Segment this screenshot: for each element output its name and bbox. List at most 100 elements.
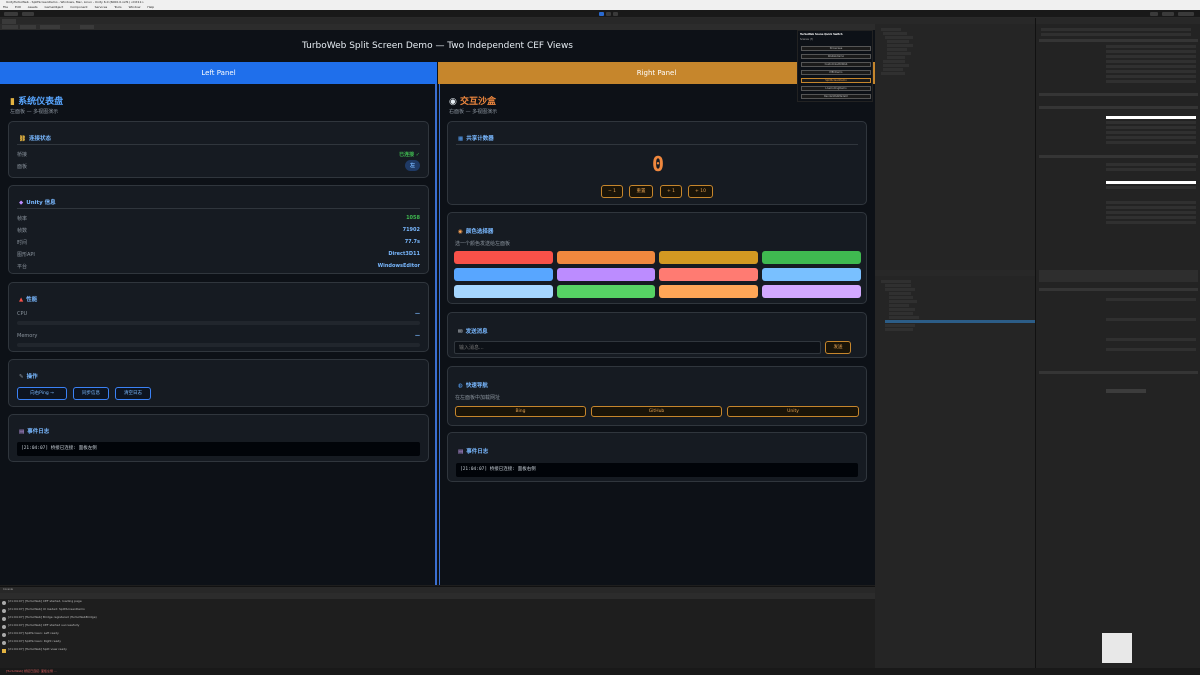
- inspector-field[interactable]: [1106, 318, 1196, 321]
- layers-dropdown[interactable]: [1162, 12, 1174, 16]
- tree-item[interactable]: [885, 288, 915, 291]
- cloud-button[interactable]: [22, 12, 34, 16]
- tab-console[interactable]: Console: [3, 588, 13, 591]
- tree-item[interactable]: [887, 40, 909, 43]
- scene-button-splitscreen[interactable]: SplitScreenDemo: [801, 78, 871, 83]
- color-swatch-blue[interactable]: [454, 268, 553, 281]
- tree-item[interactable]: [885, 324, 915, 327]
- component-header[interactable]: [1039, 93, 1198, 96]
- menu-component[interactable]: Component: [70, 5, 87, 9]
- display-dropdown[interactable]: [2, 25, 18, 29]
- inspector-field[interactable]: [1106, 60, 1196, 63]
- slider-field[interactable]: [1106, 216, 1196, 219]
- console-row[interactable]: [21:04:07] [TurboWeb] CEF started, loadi…: [0, 599, 875, 607]
- color-swatch-lavender[interactable]: [762, 285, 861, 298]
- tree-item[interactable]: [889, 312, 913, 315]
- message-input[interactable]: [454, 341, 821, 354]
- slider-field[interactable]: [1106, 201, 1196, 204]
- account-button[interactable]: [4, 12, 18, 16]
- menu-file[interactable]: File: [3, 5, 8, 9]
- color-swatch-peach[interactable]: [659, 285, 758, 298]
- step-button[interactable]: [613, 12, 618, 16]
- slider-field[interactable]: [1106, 211, 1196, 214]
- tree-item[interactable]: [883, 68, 903, 71]
- color-swatch-orange[interactable]: [557, 251, 655, 264]
- reset-button[interactable]: 重置: [629, 185, 653, 198]
- tree-item[interactable]: [889, 300, 917, 303]
- tree-item[interactable]: [883, 60, 905, 63]
- url-field[interactable]: [1106, 181, 1196, 184]
- tree-item[interactable]: [883, 64, 909, 67]
- inspector-field[interactable]: [1106, 65, 1196, 68]
- menu-edit[interactable]: Edit: [15, 5, 21, 9]
- component-header[interactable]: [1039, 106, 1198, 109]
- scale-slider[interactable]: [40, 25, 60, 29]
- console-row[interactable]: [21:04:07] [TurboWeb] Bridge registered …: [0, 615, 875, 623]
- console-row[interactable]: [21:04:07] [TurboWeb] UI loaded: SplitSc…: [0, 607, 875, 615]
- color-swatch-red[interactable]: [454, 251, 553, 264]
- menu-services[interactable]: Services: [95, 5, 108, 9]
- color-swatch-salmon[interactable]: [659, 268, 758, 281]
- tree-item[interactable]: [887, 52, 911, 55]
- inspector-field[interactable]: [1106, 50, 1196, 53]
- component-header[interactable]: [1039, 39, 1198, 42]
- nav-github-button[interactable]: GitHub: [591, 406, 722, 417]
- play-button[interactable]: [599, 12, 604, 16]
- increment-ten-button[interactable]: + 10: [688, 185, 713, 198]
- tree-item[interactable]: [889, 292, 911, 295]
- color-swatch-light-green[interactable]: [557, 285, 655, 298]
- search-icon[interactable]: [1150, 12, 1158, 16]
- inspector-field[interactable]: [1041, 28, 1191, 31]
- pause-button[interactable]: [606, 12, 611, 16]
- inspector-field[interactable]: [1106, 338, 1196, 341]
- color-swatch-sky[interactable]: [762, 268, 861, 281]
- console-row[interactable]: [21:04:07] [TurboWeb] Split view ready: [0, 647, 875, 655]
- color-field[interactable]: [1106, 116, 1196, 119]
- menu-window[interactable]: Window: [129, 5, 141, 9]
- tree-item[interactable]: [881, 72, 905, 75]
- resolution-dropdown[interactable]: [20, 25, 36, 29]
- slider-field[interactable]: [1106, 221, 1196, 224]
- scale-dropdown[interactable]: [80, 25, 94, 29]
- inspector-field[interactable]: [1041, 33, 1191, 36]
- scene-button-renderweb[interactable]: RenderWebMadeUI: [801, 94, 871, 99]
- color-swatch-green[interactable]: [762, 251, 861, 264]
- inspector-field[interactable]: [1106, 348, 1196, 351]
- inspector-field[interactable]: [1106, 168, 1196, 171]
- slider-field[interactable]: [1106, 206, 1196, 209]
- inspector-field[interactable]: [1106, 141, 1196, 144]
- scene-button-customized[interactable]: CustomizedUIWeb: [801, 62, 871, 67]
- tree-item[interactable]: [885, 284, 911, 287]
- send-button[interactable]: 发送: [825, 341, 851, 354]
- menu-assets[interactable]: Assets: [28, 5, 38, 9]
- scene-button-livecoding[interactable]: LiveCodingDemo: [801, 86, 871, 91]
- scene-button-showcase[interactable]: Showcase: [801, 46, 871, 51]
- console-row[interactable]: [21:04:07] [TurboWeb] CEF started succes…: [0, 623, 875, 631]
- menu-tools[interactable]: Tools: [114, 5, 121, 9]
- inspector-field[interactable]: [1106, 121, 1196, 124]
- tree-item[interactable]: [881, 28, 901, 31]
- tree-item[interactable]: [889, 296, 913, 299]
- tree-item[interactable]: [885, 36, 913, 39]
- inspector-field[interactable]: [1106, 70, 1196, 73]
- color-swatch-gold[interactable]: [659, 251, 758, 264]
- console-row[interactable]: [21:04:07] SplitScreen: Right ready: [0, 639, 875, 647]
- menu-gameobject[interactable]: GameObject: [45, 5, 64, 9]
- tree-item[interactable]: [889, 308, 915, 311]
- nav-bing-button[interactable]: Bing: [455, 406, 586, 417]
- decrement-button[interactable]: − 1: [601, 185, 623, 198]
- sync-info-button[interactable]: 同步信息: [73, 387, 109, 400]
- tree-item[interactable]: [887, 48, 907, 51]
- scene-button-mec[interactable]: MECDemo: [801, 70, 871, 75]
- ping-right-button[interactable]: 向右Ping →: [17, 387, 67, 400]
- inspector-field[interactable]: [1106, 45, 1196, 48]
- component-header[interactable]: [1039, 288, 1198, 291]
- inspector-field[interactable]: [1106, 298, 1196, 301]
- inspector-field[interactable]: [1106, 163, 1196, 166]
- nav-unity-button[interactable]: Unity: [727, 406, 859, 417]
- tree-item[interactable]: [885, 328, 913, 331]
- inspector-field[interactable]: [1106, 75, 1196, 78]
- color-swatch-purple[interactable]: [557, 268, 655, 281]
- color-swatch-light-blue[interactable]: [454, 285, 553, 298]
- inspector-field[interactable]: [1106, 80, 1196, 83]
